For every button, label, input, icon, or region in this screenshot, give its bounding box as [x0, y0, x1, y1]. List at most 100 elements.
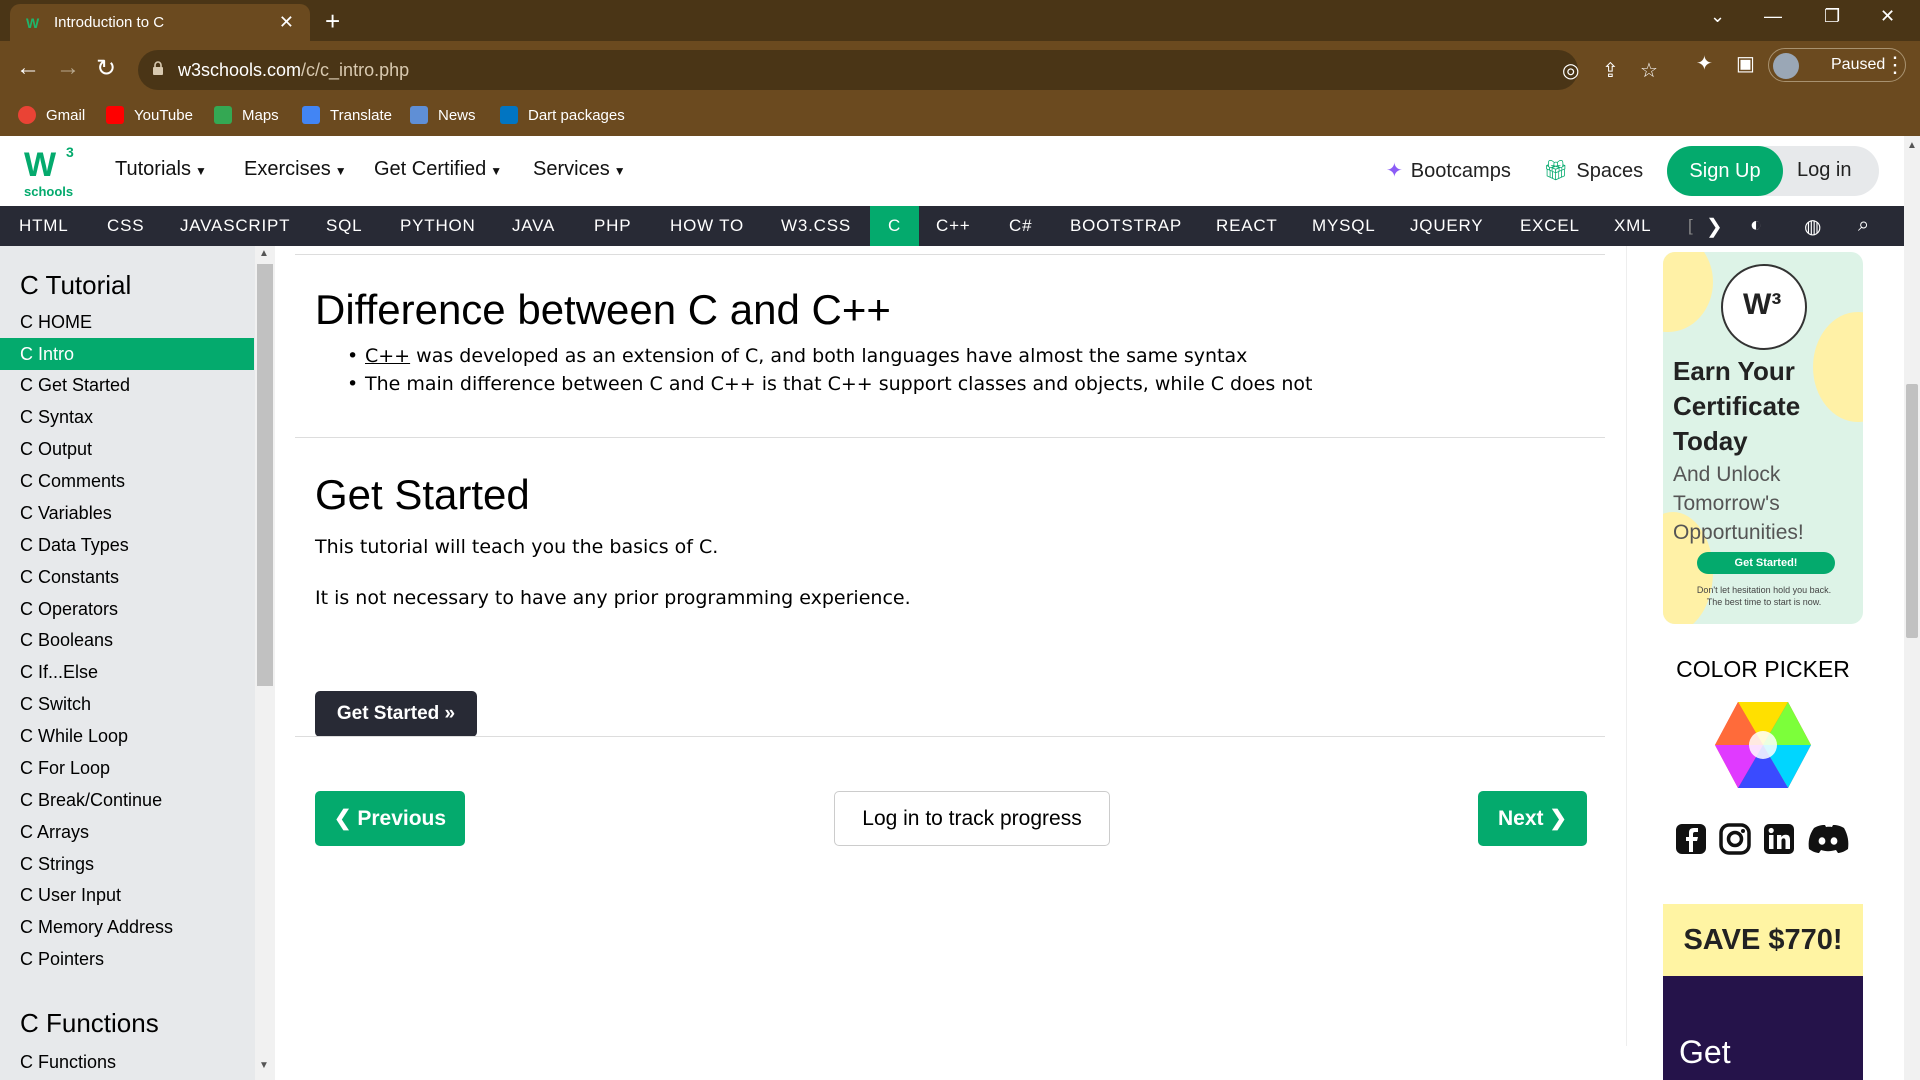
sidebar-item[interactable]: C Operators [0, 593, 254, 625]
menu-tutorials[interactable]: Tutorials ▼ [115, 158, 207, 181]
tab-search-icon[interactable]: ⌄ [1710, 6, 1725, 27]
page-scrollbar-thumb[interactable] [1906, 384, 1918, 638]
forward-icon[interactable]: → [56, 54, 80, 82]
ad-get-started-button[interactable]: Get Started! [1697, 552, 1835, 574]
nav-csharp[interactable]: C# [1009, 216, 1032, 236]
window-close-icon[interactable]: ✕ [1880, 6, 1895, 27]
sidebar-item[interactable]: C Switch [0, 688, 254, 720]
menu-get-certified[interactable]: Get Certified ▼ [374, 158, 502, 181]
scroll-down-icon[interactable]: ▼ [259, 1060, 269, 1071]
menu-services[interactable]: Services ▼ [533, 158, 626, 181]
sidebar-item[interactable]: C Functions [0, 1046, 254, 1078]
sidebar-scrollbar-thumb[interactable] [257, 264, 273, 686]
sidebar-item[interactable]: C Constants [0, 561, 254, 593]
facebook-icon[interactable] [1674, 822, 1708, 856]
nav-jquery[interactable]: JQUERY [1410, 216, 1483, 236]
nav-mysql[interactable]: MYSQL [1312, 216, 1376, 236]
sidebar-item[interactable]: C Variables [0, 497, 254, 529]
address-bar[interactable]: w3schools.com/c/c_intro.php ◎ ⇪ ☆ [138, 50, 1658, 90]
sidebar-item[interactable]: C Arrays [0, 816, 254, 848]
dark-mode-icon[interactable]: ◐ [1750, 214, 1762, 237]
scroll-up-icon[interactable]: ▲ [259, 248, 269, 259]
bookmark-star-icon[interactable]: ☆ [1640, 58, 1658, 83]
menu-exercises[interactable]: Exercises ▼ [244, 158, 347, 181]
sidebar-item[interactable]: C User Input [0, 879, 254, 911]
discord-icon[interactable] [1806, 822, 1850, 856]
ad-decoration [1813, 312, 1863, 422]
nav-how-to[interactable]: HOW TO [670, 216, 744, 236]
sign-up-button[interactable]: Sign Up [1667, 146, 1783, 196]
nav-python[interactable]: PYTHON [400, 216, 476, 236]
sidebar-item[interactable]: C For Loop [0, 752, 254, 784]
bookmark-news[interactable]: News [410, 106, 476, 124]
bookmark-maps[interactable]: Maps [214, 106, 279, 124]
search-icon[interactable]: ⌕ [1858, 214, 1869, 237]
nav-truncated[interactable]: [ [1688, 216, 1694, 236]
bookmark-dart-packages[interactable]: Dart packages [500, 106, 625, 124]
w3schools-logo[interactable]: W 3 schools [22, 144, 78, 199]
nav-cpp[interactable]: C++ [936, 216, 971, 236]
new-tab-icon[interactable]: + [325, 6, 340, 37]
back-icon[interactable]: ← [16, 54, 40, 82]
bookmark-youtube[interactable]: YouTube [106, 106, 193, 124]
nav-css[interactable]: CSS [107, 216, 144, 236]
instagram-icon[interactable] [1718, 822, 1752, 856]
nav-java[interactable]: JAVA [512, 216, 555, 236]
nav-sql[interactable]: SQL [326, 216, 362, 236]
get-started-button[interactable]: Get Started » [315, 691, 477, 737]
sidebar-item[interactable]: C Strings [0, 848, 254, 880]
save-ad[interactable]: SAVE $770! Get [1663, 904, 1863, 1080]
browser-tab[interactable]: W Introduction to C ✕ [10, 4, 310, 41]
sidebar-item-active[interactable]: C Intro [0, 338, 254, 370]
linkedin-icon[interactable] [1762, 822, 1796, 856]
sidebar-item[interactable]: C Data Types [0, 529, 254, 561]
nav-bootstrap[interactable]: BOOTSTRAP [1070, 216, 1182, 236]
sidebar-item[interactable]: C Syntax [0, 401, 254, 433]
sidebar-item[interactable]: C While Loop [0, 720, 254, 752]
previous-button[interactable]: ❮ Previous [315, 791, 465, 846]
restore-icon[interactable]: ❐ [1824, 6, 1840, 27]
color-picker-title[interactable]: COLOR PICKER [1663, 656, 1863, 683]
nav-react[interactable]: REACT [1216, 216, 1278, 236]
nav-php[interactable]: PHP [594, 216, 631, 236]
next-button[interactable]: Next ❯ [1478, 791, 1587, 846]
google-lens-icon[interactable]: ◎ [1562, 58, 1579, 83]
scroll-up-icon[interactable]: ▲ [1907, 140, 1917, 151]
spaces-link[interactable]: 🎁︎ Spaces [1543, 158, 1643, 183]
reload-icon[interactable]: ↻ [96, 54, 116, 83]
nav-w3css[interactable]: W3.CSS [781, 216, 851, 236]
nav-xml[interactable]: XML [1614, 216, 1651, 236]
sidebar-item[interactable]: C Output [0, 433, 254, 465]
nav-excel[interactable]: EXCEL [1520, 216, 1580, 236]
sidebar-item[interactable]: C Memory Address [0, 911, 254, 943]
certificate-ad[interactable]: W³ Earn Your Certificate Today And Unlock T… [1663, 252, 1863, 624]
cpp-link[interactable]: C++ [365, 345, 410, 367]
sidebar-item[interactable]: C Pointers [0, 943, 254, 975]
sidebar-item[interactable]: C HOME [0, 306, 254, 338]
sidebar-item[interactable]: C Comments [0, 465, 254, 497]
google-icon [18, 106, 36, 124]
lock-icon [153, 61, 163, 75]
sidebar-item[interactable]: C Break/Continue [0, 784, 254, 816]
bookmark-gmail[interactable]: Gmail [18, 106, 85, 124]
sidebar-item[interactable]: C Booleans [0, 624, 254, 656]
side-panel-icon[interactable]: ▣ [1736, 51, 1755, 76]
globe-icon[interactable]: ◍ [1804, 214, 1821, 239]
log-in-to-track-progress-button[interactable]: Log in to track progress [834, 791, 1110, 846]
browser-menu-icon[interactable]: ⋮ [1884, 52, 1906, 78]
log-in-button[interactable]: Log in [1797, 159, 1852, 182]
nav-c-active[interactable]: C [870, 206, 920, 246]
minimize-icon[interactable]: — [1764, 6, 1782, 27]
sidebar-item[interactable]: C Get Started [0, 369, 254, 401]
bookmark-translate[interactable]: Translate [302, 106, 392, 124]
extensions-icon[interactable]: ✦ [1696, 51, 1713, 76]
bootcamps-link[interactable]: ✦ Bootcamps [1386, 158, 1511, 183]
tab-close-icon[interactable]: ✕ [279, 12, 294, 33]
color-picker-icon[interactable] [1713, 700, 1813, 790]
nav-html[interactable]: HTML [19, 216, 68, 236]
share-icon[interactable]: ⇪ [1602, 58, 1619, 83]
nav-scroll-right-icon[interactable]: ❯ [1706, 214, 1723, 239]
sidebar-item[interactable]: C If...Else [0, 656, 254, 688]
nav-javascript[interactable]: JAVASCRIPT [180, 216, 290, 236]
dart-icon [500, 106, 518, 124]
